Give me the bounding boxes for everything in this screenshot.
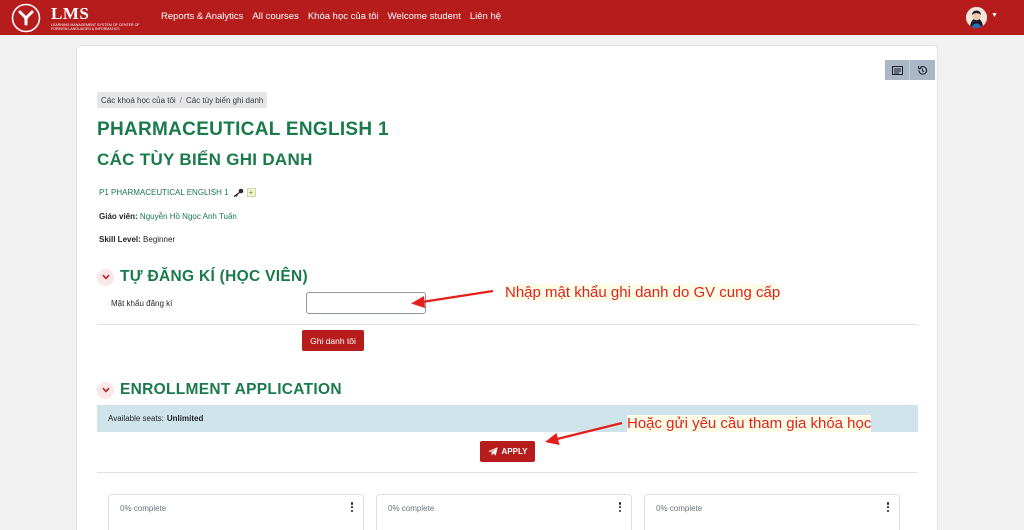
history-button[interactable] [910, 60, 935, 80]
course-card[interactable]: 0% complete [376, 494, 632, 530]
course-progress-text: 0% complete [120, 504, 167, 513]
paper-plane-icon [487, 447, 498, 456]
more-options-icon[interactable] [350, 502, 354, 513]
chevron-down-icon [101, 274, 110, 280]
course-title: PHARMACEUTICAL ENGLISH 1 [97, 119, 389, 140]
plus-icon[interactable]: + [246, 188, 256, 197]
chevron-down-icon [101, 387, 110, 393]
brand-logo-link[interactable]: LMS LEARNING MANAGEMENT SYSTEM OF CENTER… [11, 3, 146, 33]
password-hint-annotation: Nhập mật khẩu ghi danh do GV cung cấp [505, 284, 781, 301]
breadcrumb-separator: / [179, 95, 182, 105]
self-enrol-heading: TỰ ĐĂNG KÍ (HỌC VIÊN) [120, 268, 308, 285]
teacher-label: Giáo viên: [99, 212, 138, 221]
brand-tagline: LEARNING MANAGEMENT SYSTEM OF CENTER OF … [51, 23, 140, 31]
teacher-name-link[interactable]: Nguyễn Hồ Ngọc Anh Tuấn [140, 212, 237, 221]
apply-button[interactable]: APPLY [480, 441, 535, 462]
key-icon [233, 188, 243, 197]
teacher-row: Giáo viên: Nguyễn Hồ Ngọc Anh Tuấn [99, 212, 237, 221]
nav-reports-analytics[interactable]: Reports & Analytics [161, 11, 243, 22]
brand-name: LMS [51, 4, 90, 23]
available-seats-value: Unlimited [166, 414, 204, 423]
history-icon [917, 65, 928, 75]
enrol-password-label: Mật khẩu đăng kí [111, 299, 173, 308]
enrol-me-button[interactable]: Ghi danh tôi [302, 330, 364, 351]
self-enrol-section-header: TỰ ĐĂNG KÍ (HỌC VIÊN) [97, 268, 308, 286]
more-options-icon[interactable] [618, 502, 622, 513]
skill-level-row: Skill Level: Beginner [99, 235, 175, 244]
skill-level-value: Beginner [143, 235, 176, 244]
user-avatar[interactable] [966, 7, 987, 28]
course-progress-text: 0% complete [656, 504, 703, 513]
nav-contact[interactable]: Liên hệ [470, 11, 501, 22]
lms-logo-icon [11, 3, 41, 33]
available-seats-label: Available seats: [108, 414, 164, 423]
divider [97, 472, 918, 473]
apply-hint-annotation: Hoặc gửi yêu cầu tham gia khóa học [627, 415, 872, 432]
enrol-password-input[interactable] [306, 292, 426, 314]
more-options-icon[interactable] [886, 502, 890, 513]
user-avatar-icon [966, 7, 987, 28]
nav-welcome-student[interactable]: Welcome student [388, 11, 461, 22]
page-title: CÁC TÙY BIẾN GHI DANH [97, 150, 313, 169]
enrollment-application-collapse-chevron-icon[interactable] [97, 381, 114, 399]
course-progress-text: 0% complete [388, 504, 435, 513]
course-card[interactable]: 0% complete [108, 494, 364, 530]
nav-all-courses[interactable]: All courses [252, 11, 298, 22]
skill-level-label: Skill Level: [99, 235, 141, 244]
course-shortname-link[interactable]: P1 PHARMACEUTICAL ENGLISH 1 [99, 188, 229, 197]
course-index-icon [891, 65, 903, 75]
breadcrumb-my-courses[interactable]: Các khoá học của tôi [101, 96, 176, 105]
course-index-button[interactable] [885, 60, 910, 80]
divider [97, 324, 918, 325]
apply-button-label: APPLY [501, 447, 528, 456]
course-shortname: P1 PHARMACEUTICAL ENGLISH 1 + [99, 188, 256, 197]
user-menu-chevron-down-icon[interactable]: ▼ [991, 12, 998, 19]
breadcrumb: Các khoá học của tôi / Các tùy biến ghi … [97, 92, 268, 108]
enrollment-application-heading: ENROLLMENT APPLICATION [120, 381, 342, 398]
breadcrumb-enrolment-options[interactable]: Các tùy biến ghi danh [186, 96, 263, 105]
top-navbar: LMS LEARNING MANAGEMENT SYSTEM OF CENTER… [0, 0, 1024, 35]
enrollment-application-section-header: ENROLLMENT APPLICATION [97, 381, 342, 399]
drawer-toggle-group [885, 60, 935, 80]
self-enrol-collapse-chevron-icon[interactable] [97, 268, 114, 286]
nav-my-courses[interactable]: Khóa học của tôi [308, 11, 379, 22]
course-card[interactable]: 0% complete [644, 494, 900, 530]
primary-nav: Reports & Analytics All courses Khóa học… [161, 11, 510, 22]
